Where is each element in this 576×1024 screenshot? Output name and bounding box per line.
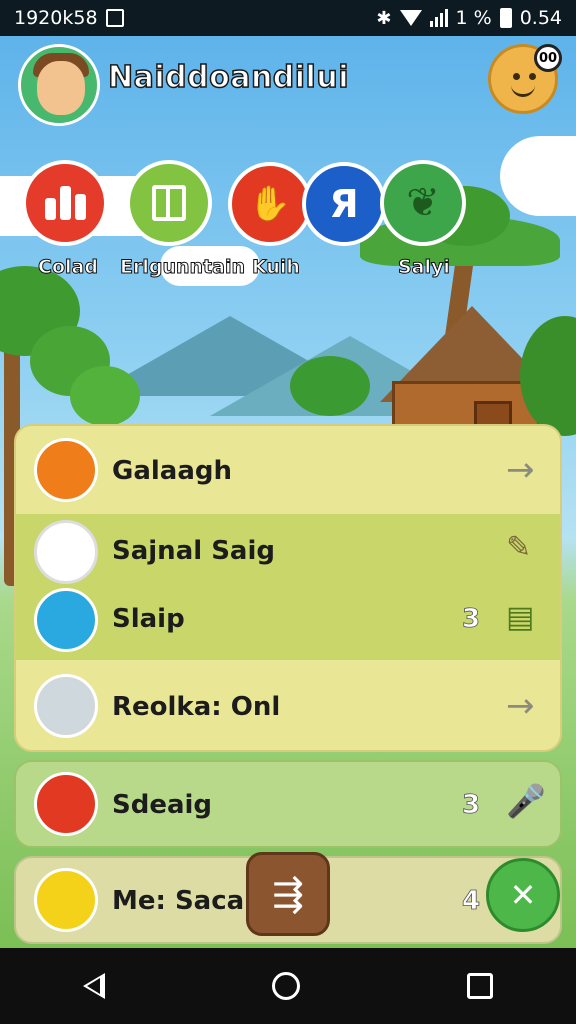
category-salyi-button[interactable]: ❦ — [380, 160, 466, 246]
category-kuih-label: Kuih — [252, 256, 301, 279]
fox-icon — [34, 772, 98, 836]
book-icon — [152, 185, 186, 221]
status-bar: 1920k58 ✱ 1 % 0.54 — [0, 0, 576, 36]
home-icon[interactable] — [271, 972, 300, 1000]
list-item-label: Sajnal Saig — [112, 536, 275, 566]
cat-avatar-icon — [34, 520, 98, 584]
list-item-label: Galaagh — [112, 456, 233, 486]
bar-chart-icon — [44, 186, 86, 220]
category-colad-button[interactable] — [22, 160, 108, 246]
list-card[interactable]: Sdeaig 3 🎤 — [14, 760, 562, 848]
status-clock: 0.54 — [519, 7, 562, 29]
status-time: 1920k58 — [14, 7, 98, 29]
list-card: Galaagh → Sajnal Saig ✎ Slaip 3 ▤ Reolka… — [14, 424, 562, 752]
share-button[interactable]: ⇶ — [246, 852, 330, 936]
cloud — [500, 136, 576, 216]
rocket-icon — [34, 868, 98, 932]
battery-percent: 1 % — [455, 7, 492, 29]
leaf-icon: ❦ — [406, 180, 440, 226]
pencil-icon[interactable]: ✎ — [506, 530, 531, 565]
close-button[interactable]: ✕ — [486, 858, 560, 932]
list-item-label: Slaip — [112, 604, 185, 634]
arrow-right-icon[interactable]: → — [506, 450, 535, 490]
girl-avatar-icon — [34, 674, 98, 738]
notification-badge[interactable]: 00 — [534, 44, 562, 72]
list-item[interactable]: Reolka: Onl → — [16, 668, 560, 748]
item-count: 4 — [462, 886, 481, 917]
share-icon: ⇶ — [272, 872, 304, 916]
category-letter-button[interactable]: Я — [302, 162, 386, 246]
tree-leaves — [290, 356, 370, 416]
chat-bubble-icon — [34, 588, 98, 652]
list-item-label: Sdeaig — [112, 790, 213, 820]
list-item-label: Reolka: Onl — [112, 692, 281, 722]
wifi-icon — [399, 10, 422, 26]
bluetooth-icon: ✱ — [376, 7, 392, 29]
microphone-icon[interactable]: 🎤 — [506, 782, 546, 820]
item-count: 3 — [462, 604, 481, 635]
hand-icon: ✋ — [248, 184, 292, 224]
back-icon[interactable] — [83, 973, 106, 999]
user-avatar[interactable] — [18, 44, 100, 126]
list-item[interactable]: Slaip 3 ▤ — [16, 582, 560, 662]
signal-icon — [429, 9, 448, 27]
navigation-bar — [0, 948, 576, 1024]
category-erlgunntain-button[interactable] — [126, 160, 212, 246]
category-colad-label: Colad — [38, 256, 99, 279]
notification-icon — [105, 9, 124, 27]
recent-apps-icon[interactable] — [466, 973, 493, 999]
app-title: Naiddoandilui — [107, 59, 349, 96]
category-kuih-button[interactable]: ✋ — [228, 162, 312, 246]
battery-icon — [499, 8, 512, 28]
tree-leaves — [70, 366, 140, 426]
header: Naiddoandilui 00 — [0, 36, 576, 132]
item-count: 3 — [462, 790, 481, 821]
arrow-right-icon[interactable]: → — [506, 686, 535, 726]
category-salyi-label: Salyi — [398, 256, 451, 279]
list-item[interactable]: Galaagh → — [16, 432, 560, 512]
list-icon[interactable]: ▤ — [506, 600, 534, 635]
bird-icon — [34, 438, 98, 502]
close-icon: ✕ — [509, 876, 537, 914]
letter-icon: Я — [329, 182, 359, 226]
category-erlgunntain-label: Erlgunntain — [120, 256, 246, 279]
